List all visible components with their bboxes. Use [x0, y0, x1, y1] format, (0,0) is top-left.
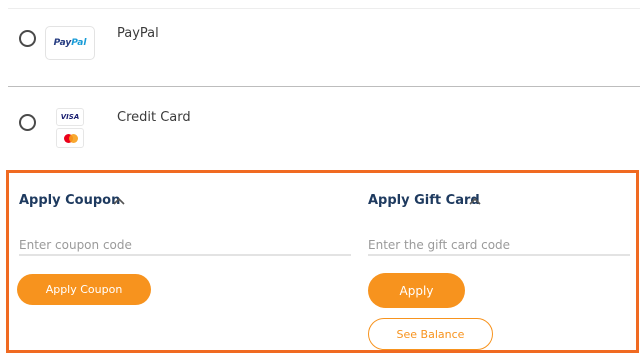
chevron-up-icon[interactable]: [468, 196, 482, 206]
paypal-logo-icon: Pay Pal: [45, 26, 95, 60]
paypal-logo-text-a: Pay: [53, 38, 72, 48]
gift-card-section-title[interactable]: Apply Gift Card: [368, 193, 480, 208]
visa-logo-icon: VISA: [56, 108, 84, 126]
coupon-field[interactable]: [19, 234, 351, 256]
mastercard-logo-icon: [56, 128, 84, 148]
gift-card-input[interactable]: [368, 235, 630, 255]
payment-option-label: PayPal: [117, 26, 159, 41]
divider: [8, 86, 640, 87]
radio-unchecked-icon[interactable]: [19, 30, 36, 47]
top-divider: [8, 8, 640, 9]
paypal-logo-text-b: Pal: [71, 38, 87, 48]
coupon-input[interactable]: [19, 235, 351, 255]
visa-logo-text: VISA: [60, 113, 80, 121]
radio-unchecked-icon[interactable]: [19, 114, 36, 131]
apply-gift-card-button[interactable]: Apply: [368, 273, 465, 308]
payment-option-label: Credit Card: [117, 110, 191, 125]
see-balance-button[interactable]: See Balance: [368, 318, 493, 350]
apply-coupon-button[interactable]: Apply Coupon: [17, 274, 151, 305]
coupon-section-title[interactable]: Apply Coupon: [19, 193, 120, 208]
gift-card-field[interactable]: [368, 234, 630, 256]
chevron-up-icon[interactable]: [112, 196, 126, 206]
